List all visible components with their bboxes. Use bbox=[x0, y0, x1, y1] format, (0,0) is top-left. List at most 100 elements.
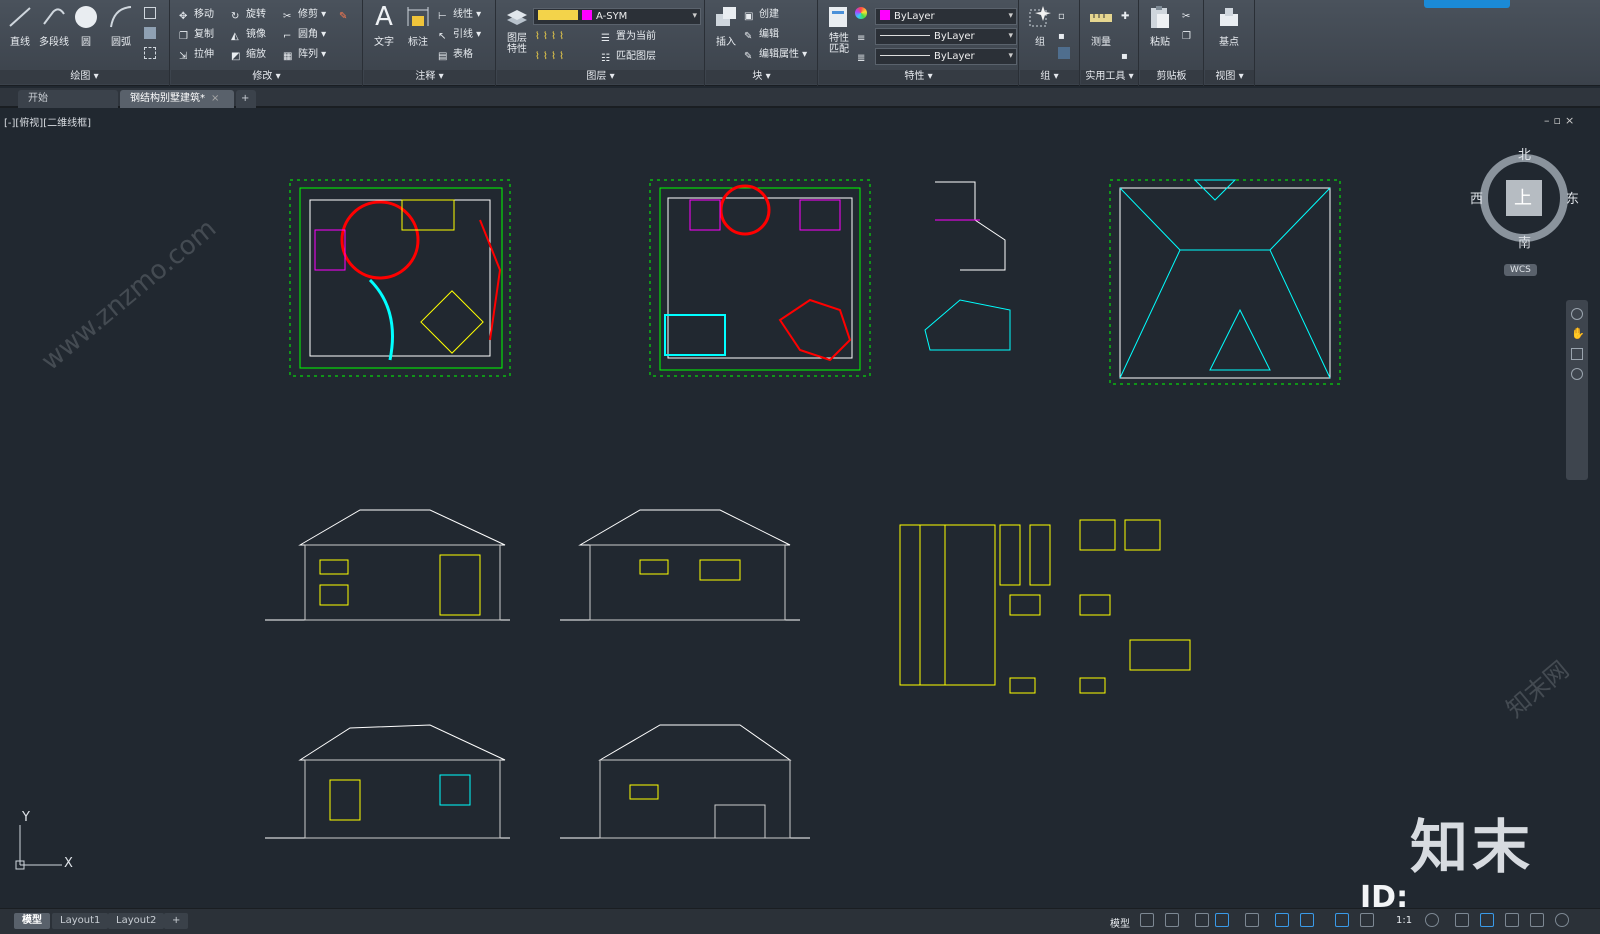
annotation-panel-title[interactable]: 注释 ▾ bbox=[364, 70, 495, 84]
layout-tab-layout1[interactable]: Layout1 bbox=[52, 913, 109, 929]
scale-button[interactable]: ◩ 缩放 bbox=[231, 46, 266, 64]
id-point-button[interactable]: ▪ bbox=[1121, 46, 1136, 64]
line-button[interactable]: 直线 bbox=[2, 4, 38, 48]
ortho-icon[interactable] bbox=[1195, 913, 1209, 927]
create-block-button[interactable]: ▣ 创建 bbox=[744, 6, 779, 24]
tab-start[interactable]: 开始 bbox=[18, 90, 118, 108]
drawing-canvas[interactable]: [-][俯视][二维线框] Y X 北 南 西 东 上 WCS ✋ –▫× 知末… bbox=[0, 110, 1600, 908]
polar-icon[interactable] bbox=[1215, 913, 1229, 927]
layer-dropdown[interactable]: A-SYM bbox=[533, 8, 701, 25]
customization-icon[interactable] bbox=[1555, 913, 1569, 927]
annotation-visibility-icon[interactable] bbox=[1360, 913, 1374, 927]
properties-panel-title[interactable]: 特性 ▾ bbox=[819, 70, 1018, 84]
array-button[interactable]: ▦ 阵列 ▾ bbox=[283, 46, 326, 64]
layer-properties-button[interactable]: 图层 特性 bbox=[499, 4, 535, 55]
tab-drawing[interactable]: 钢结构别墅建筑* × bbox=[120, 90, 234, 108]
clipboard-panel-title[interactable]: 剪贴板 bbox=[1140, 70, 1203, 84]
match-layer-button[interactable]: ☷ 匹配图层 bbox=[601, 48, 656, 66]
match-properties-button[interactable]: 特性 匹配 bbox=[821, 4, 857, 55]
paste-button[interactable]: 粘贴 bbox=[1142, 4, 1178, 48]
layout-tab-layout2[interactable]: Layout2 bbox=[108, 913, 165, 929]
wcs-menu[interactable]: WCS bbox=[1504, 264, 1537, 276]
linetype-dropdown[interactable]: ByLayer bbox=[875, 28, 1017, 45]
new-tab-button[interactable]: + bbox=[236, 90, 256, 108]
color-wheel-button[interactable] bbox=[855, 6, 870, 24]
viewcube-top-face[interactable]: 上 bbox=[1514, 184, 1532, 210]
utilities-panel-title[interactable]: 实用工具 ▾ bbox=[1081, 70, 1138, 84]
navigation-bar[interactable]: ✋ bbox=[1566, 300, 1588, 480]
zoom-extents-icon[interactable] bbox=[1571, 348, 1583, 360]
copy-clip-button[interactable]: ❐ bbox=[1182, 26, 1197, 44]
object-track-icon[interactable] bbox=[1275, 913, 1289, 927]
compass-north[interactable]: 北 bbox=[1518, 144, 1531, 163]
block-panel-title[interactable]: 块 ▾ bbox=[706, 70, 817, 84]
circle-button[interactable]: 圆 bbox=[68, 4, 104, 48]
plus-icon[interactable] bbox=[1455, 913, 1469, 927]
add-layout-button[interactable]: + bbox=[164, 913, 189, 929]
mirror-button[interactable]: ◭ 镜像 bbox=[231, 26, 266, 44]
annotation-scale[interactable]: 1:1 bbox=[1396, 915, 1412, 926]
fillet-button[interactable]: ⌐ 圆角 ▾ bbox=[283, 26, 326, 44]
text-button[interactable]: A 文字 bbox=[366, 4, 402, 48]
view-cube[interactable]: 北 南 西 东 上 WCS bbox=[1470, 148, 1579, 290]
stretch-button[interactable]: ⇲ 拉伸 bbox=[179, 46, 214, 64]
orbit-icon[interactable] bbox=[1571, 368, 1583, 380]
compass-west[interactable]: 西 bbox=[1470, 188, 1483, 207]
gear-icon[interactable] bbox=[1425, 913, 1439, 927]
group-button[interactable]: 组 bbox=[1022, 4, 1058, 48]
compass-south[interactable]: 南 bbox=[1518, 232, 1531, 251]
layer-tools-row-2[interactable]: ⌇ ⌇ ⌇ ⌇ bbox=[535, 48, 564, 66]
erase-button[interactable]: ✎ bbox=[339, 6, 354, 24]
snap-icon[interactable] bbox=[1165, 913, 1179, 927]
arc-button[interactable]: 圆弧 bbox=[103, 4, 139, 48]
move-button[interactable]: ✥ 移动 bbox=[179, 6, 214, 24]
base-point-button[interactable]: 基点 bbox=[1211, 4, 1247, 48]
cut-button[interactable]: ✂ bbox=[1182, 6, 1197, 24]
rotate-button[interactable]: ↻ 旋转 bbox=[231, 6, 266, 24]
trim-button[interactable]: ✂ 修剪 ▾ bbox=[283, 6, 326, 24]
quick-calc-button[interactable]: ✚ bbox=[1121, 6, 1136, 24]
layer-tools-row[interactable]: ⌇ ⌇ ⌇ ⌇ bbox=[535, 28, 564, 46]
lineweight-dropdown[interactable]: ByLayer bbox=[875, 48, 1017, 65]
modify-panel-title[interactable]: 修改 ▾ bbox=[171, 70, 362, 84]
ungroup-button[interactable]: ▫ bbox=[1058, 6, 1073, 24]
object-snap-icon[interactable] bbox=[1245, 913, 1259, 927]
rectangle-button[interactable] bbox=[144, 6, 159, 24]
grid-icon[interactable] bbox=[1140, 913, 1154, 927]
lineweight-display-icon[interactable] bbox=[1300, 913, 1314, 927]
edit-attr-button[interactable]: ✎ 编辑属性 ▾ bbox=[744, 46, 807, 64]
clean-screen-icon[interactable] bbox=[1530, 913, 1544, 927]
color-dropdown[interactable]: ByLayer bbox=[875, 8, 1017, 25]
gradient-button[interactable] bbox=[144, 46, 159, 64]
draw-panel-title[interactable]: 绘图 ▾ bbox=[0, 70, 169, 84]
layout-tab-model[interactable]: 模型 bbox=[14, 913, 50, 929]
pan-icon[interactable]: ✋ bbox=[1571, 328, 1585, 340]
table-button[interactable]: ▤ 表格 bbox=[438, 46, 473, 64]
group-edit-button[interactable]: ▪ bbox=[1058, 26, 1073, 44]
selection-cycle-icon[interactable] bbox=[1335, 913, 1349, 927]
linetype-icon-button[interactable]: ≡ bbox=[857, 28, 872, 46]
hardware-acceleration-icon[interactable] bbox=[1480, 913, 1494, 927]
hatch-button[interactable] bbox=[144, 26, 159, 44]
polyline-button[interactable]: 多段线 bbox=[36, 4, 72, 48]
isolate-objects-icon[interactable] bbox=[1505, 913, 1519, 927]
compass-east[interactable]: 东 bbox=[1566, 188, 1579, 207]
share-button[interactable] bbox=[1424, 0, 1510, 8]
measure-button[interactable]: 测量 bbox=[1083, 4, 1119, 48]
insert-button[interactable]: 插入 bbox=[708, 4, 744, 48]
linear-button[interactable]: ⊢ 线性 ▾ bbox=[438, 6, 481, 24]
full-navigation-wheel-icon[interactable] bbox=[1571, 308, 1583, 320]
view-panel-title[interactable]: 视图 ▾ bbox=[1205, 70, 1254, 84]
groups-panel-title[interactable]: 组 ▾ bbox=[1020, 70, 1079, 84]
group-select-button[interactable] bbox=[1058, 46, 1073, 64]
model-space-toggle[interactable]: 模型 bbox=[1110, 915, 1130, 930]
set-current-button[interactable]: ☰ 置为当前 bbox=[601, 28, 656, 46]
leader-button[interactable]: ↖ 引线 ▾ bbox=[438, 26, 481, 44]
edit-block-button[interactable]: ✎ 编辑 bbox=[744, 26, 779, 44]
dimension-button[interactable]: 标注 bbox=[400, 4, 436, 48]
layers-panel-title[interactable]: 图层 ▾ bbox=[497, 70, 704, 84]
lineweight-icon-button[interactable]: ≣ bbox=[857, 48, 872, 66]
viewport-window-controls[interactable]: –▫× bbox=[1544, 114, 1578, 127]
close-tab-icon[interactable]: × bbox=[211, 93, 219, 104]
copy-button[interactable]: ❐ 复制 bbox=[179, 26, 214, 44]
